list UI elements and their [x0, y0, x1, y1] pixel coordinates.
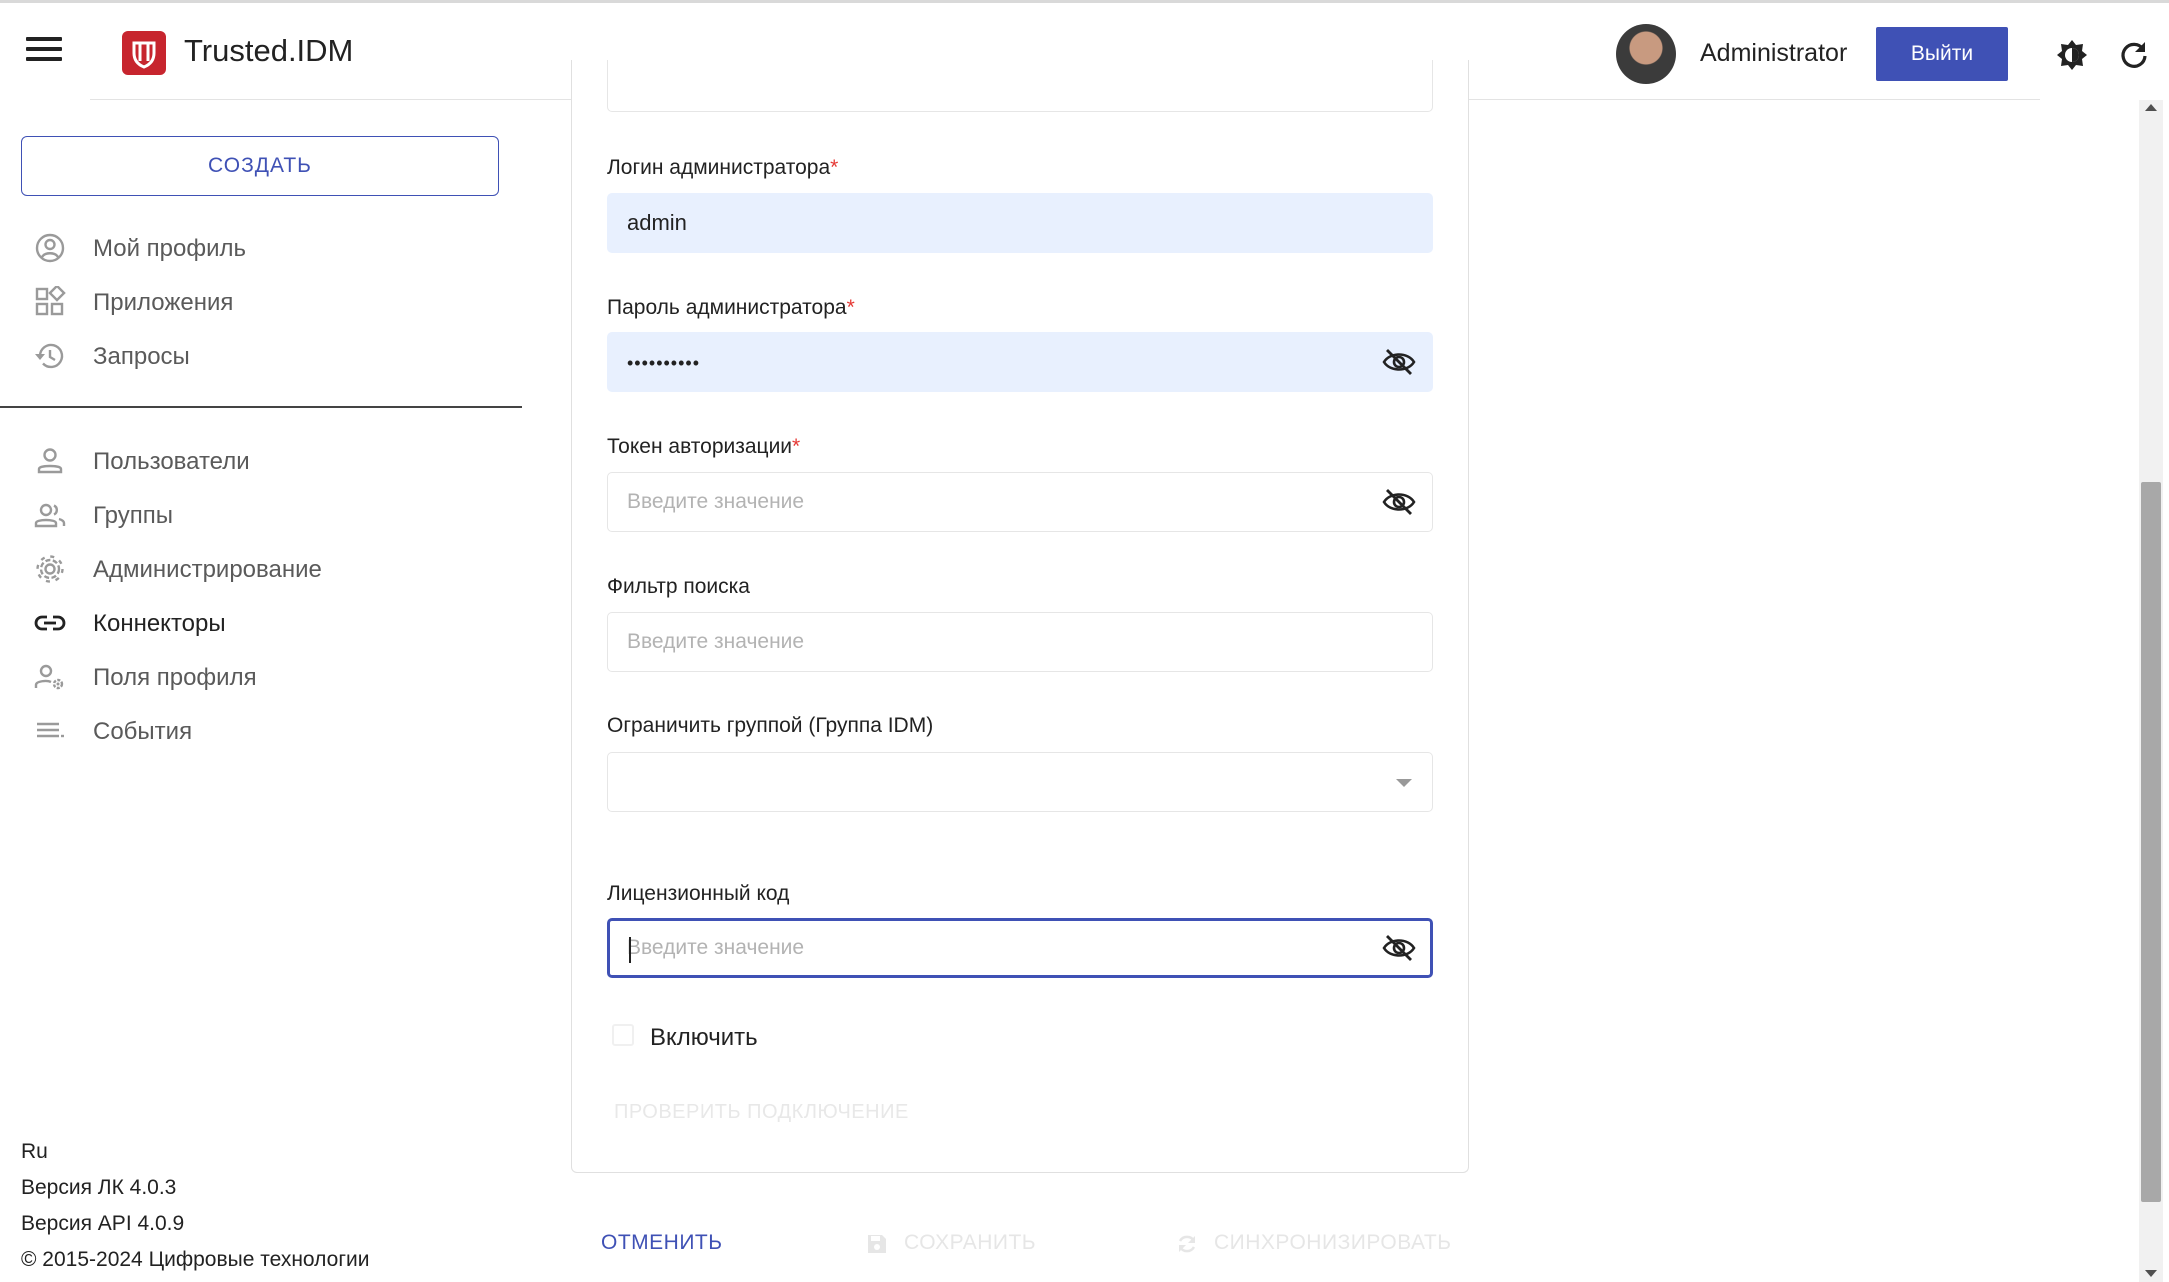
license-code-label: Лицензионный код — [607, 882, 790, 905]
admin-password-value: •••••••••• — [627, 353, 701, 373]
sidebar-item-profile-fields[interactable]: Поля профиля — [34, 656, 514, 696]
group-icon — [34, 499, 66, 531]
sidebar-item-groups[interactable]: Группы — [34, 494, 514, 534]
gear-icon — [34, 553, 66, 585]
auth-token-input[interactable]: Введите значение — [607, 472, 1433, 532]
sidebar-item-users[interactable]: Пользователи — [34, 440, 514, 480]
theme-toggle-icon[interactable] — [2056, 39, 2088, 71]
admin-login-input[interactable]: admin — [607, 193, 1433, 253]
hamburger-menu-icon[interactable] — [26, 37, 62, 67]
user-avatar[interactable] — [1616, 24, 1676, 84]
sidebar-item-label: Группы — [93, 502, 173, 529]
trusted-logo-icon — [122, 31, 166, 75]
sidebar-item-my-profile[interactable]: Мой профиль — [34, 227, 514, 267]
link-icon — [34, 607, 66, 639]
sidebar-item-label: Мой профиль — [93, 235, 247, 262]
logout-button[interactable]: Выйти — [1876, 27, 2008, 81]
auth-token-placeholder: Введите значение — [627, 490, 805, 513]
license-code-input[interactable]: Введите значение — [607, 918, 1433, 978]
admin-login-value: admin — [627, 210, 687, 235]
group-limit-label: Ограничить группой (Группа IDM) — [607, 714, 934, 737]
scrollbar-thumb[interactable] — [2141, 482, 2161, 1202]
sidebar-item-label: Администрирование — [93, 556, 322, 583]
sidebar-item-applications[interactable]: Приложения — [34, 281, 514, 321]
sidebar-divider — [0, 406, 522, 408]
app-title: Trusted.IDM — [184, 33, 354, 68]
sidebar-item-label: Приложения — [93, 289, 234, 316]
license-code-placeholder: Введите значение — [627, 936, 805, 959]
search-filter-label: Фильтр поиска — [607, 575, 750, 598]
chevron-down-icon[interactable] — [1396, 779, 1412, 787]
save-icon — [868, 1235, 886, 1253]
refresh-icon[interactable] — [2118, 39, 2150, 71]
text-cursor — [629, 937, 631, 963]
sidebar-item-label: Запросы — [93, 343, 190, 370]
sidebar-item-label: Коннекторы — [93, 610, 226, 637]
sidebar-item-connectors[interactable]: Коннекторы — [34, 602, 514, 642]
eye-off-icon[interactable] — [1382, 487, 1416, 517]
account-circle-icon — [34, 232, 66, 264]
username: Administrator — [1700, 39, 1848, 67]
sidebar-item-events[interactable]: События — [34, 710, 514, 750]
admin-login-label: Логин администратора* — [607, 156, 839, 179]
save-button-label: СОХРАНИТЬ — [904, 1231, 1037, 1254]
enable-checkbox-label[interactable]: Включить — [650, 1024, 758, 1052]
sidebar-item-label: События — [93, 718, 193, 745]
eye-off-icon[interactable] — [1382, 347, 1416, 377]
admin-password-label: Пароль администратора* — [607, 296, 855, 319]
search-filter-input[interactable]: Введите значение — [607, 612, 1433, 672]
scroll-down-arrow-icon[interactable] — [2145, 1270, 2157, 1277]
auth-token-label: Токен авторизации* — [607, 435, 801, 458]
sync-button-label: СИНХРОНИЗИРОВАТЬ — [1214, 1231, 1452, 1254]
previous-field-input[interactable] — [607, 60, 1433, 112]
admin-password-input[interactable]: •••••••••• — [607, 332, 1433, 392]
search-filter-placeholder: Введите значение — [627, 630, 805, 653]
sidebar-item-label: Пользователи — [93, 448, 250, 475]
sidebar-item-requests[interactable]: Запросы — [34, 335, 514, 375]
list-icon — [34, 715, 66, 747]
check-connection-button[interactable]: ПРОВЕРИТЬ ПОДКЛЮЧЕНИЕ — [614, 1101, 909, 1124]
sync-icon — [1178, 1235, 1196, 1253]
scroll-up-arrow-icon[interactable] — [2145, 104, 2157, 111]
create-button[interactable]: СОЗДАТЬ — [21, 136, 499, 196]
copyright: © 2015-2024 Цифровые технологии — [21, 1248, 370, 1271]
version-api: Версия API 4.0.9 — [21, 1212, 185, 1235]
person-icon — [34, 445, 66, 477]
group-limit-select[interactable] — [607, 752, 1433, 812]
language-switch[interactable]: Ru — [21, 1140, 48, 1164]
eye-off-icon[interactable] — [1382, 933, 1416, 963]
manage-accounts-icon — [34, 661, 66, 693]
sidebar-item-administration[interactable]: Администрирование — [34, 548, 514, 588]
version-lk: Версия ЛК 4.0.3 — [21, 1176, 177, 1199]
cancel-button[interactable]: ОТМЕНИТЬ — [601, 1231, 723, 1255]
apps-grid-icon — [34, 284, 66, 318]
enable-checkbox[interactable] — [612, 1024, 634, 1046]
sidebar-item-label: Поля профиля — [93, 664, 257, 691]
history-icon — [34, 340, 66, 372]
